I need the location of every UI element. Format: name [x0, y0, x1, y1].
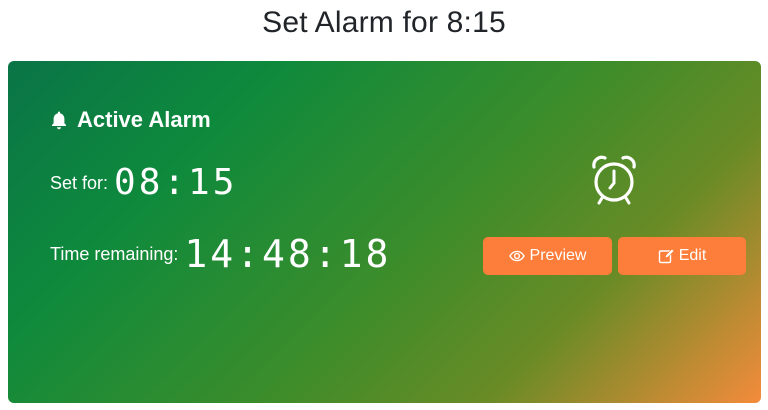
alarm-clock-icon: [588, 153, 640, 207]
alarm-page: Set Alarm for 8:15 Active Alarm Set for:…: [0, 0, 768, 410]
set-for-time: 08:15: [114, 162, 238, 203]
eye-icon: [508, 248, 525, 264]
card-heading-text: Active Alarm: [77, 107, 211, 132]
active-alarm-card: Active Alarm Set for: 08:15 Time remaini…: [8, 61, 761, 403]
bell-icon: [50, 110, 68, 130]
edit-button-label: Edit: [678, 247, 707, 264]
edit-button[interactable]: Edit: [618, 237, 746, 275]
set-for-label: Set for:: [50, 172, 109, 193]
card-heading: Active Alarm: [50, 107, 211, 133]
time-remaining-row: Time remaining: 14:48:18: [50, 235, 391, 273]
page-title: Set Alarm for 8:15: [262, 6, 506, 39]
set-for-row: Set for: 08:15: [50, 165, 237, 201]
preview-button-label: Preview: [529, 247, 587, 264]
time-remaining-label: Time remaining:: [50, 243, 179, 264]
preview-button[interactable]: Preview: [483, 237, 612, 275]
edit-icon: [658, 248, 674, 264]
time-remaining-countdown: 14:48:18: [184, 232, 392, 276]
